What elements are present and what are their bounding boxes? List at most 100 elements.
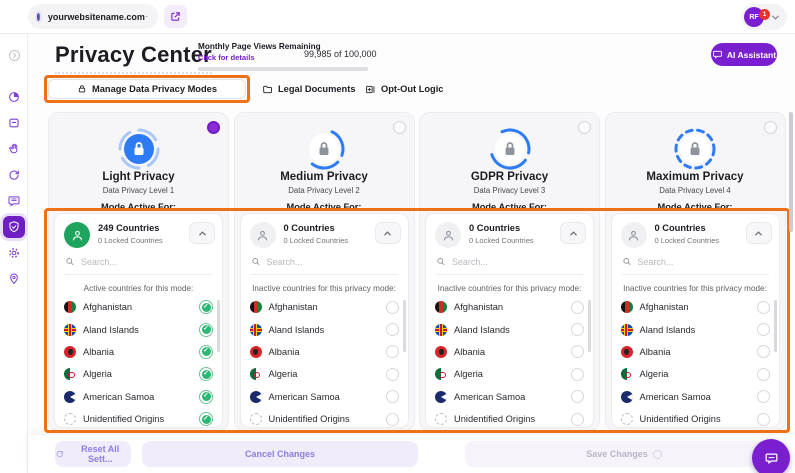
country-row[interactable]: Afghanistan <box>612 296 779 318</box>
country-unchecked-toggle[interactable] <box>571 323 584 336</box>
country-row[interactable]: Albania <box>426 341 593 363</box>
country-row[interactable]: American Samoa <box>612 386 779 408</box>
country-unchecked-toggle[interactable] <box>386 368 399 381</box>
country-unchecked-toggle[interactable] <box>571 345 584 358</box>
reset-all-settings-button[interactable]: Reset All Sett... <box>55 441 131 467</box>
country-row[interactable]: Algeria <box>426 363 593 385</box>
country-name: Algeria <box>640 369 757 379</box>
country-row[interactable]: Unidentified Origins <box>612 408 779 427</box>
collapse-panel-button[interactable] <box>746 222 772 244</box>
country-unchecked-toggle[interactable] <box>386 345 399 358</box>
country-unchecked-toggle[interactable] <box>571 390 584 403</box>
country-unchecked-toggle[interactable] <box>386 413 399 426</box>
chevron-up-icon <box>383 229 392 238</box>
mode-level-icon <box>302 127 346 171</box>
country-name: Albania <box>83 347 199 357</box>
country-row[interactable]: Afghanistan <box>426 296 593 318</box>
country-search-input[interactable] <box>81 257 212 267</box>
country-checked-toggle[interactable] <box>199 323 213 337</box>
country-unchecked-toggle[interactable] <box>386 390 399 403</box>
country-name: Albania <box>640 347 757 357</box>
sync-icon[interactable] <box>3 164 25 186</box>
chat-icon[interactable] <box>3 190 25 212</box>
country-row[interactable]: Afghanistan <box>55 296 222 318</box>
search-icon <box>65 256 75 267</box>
countries-globe-icon <box>621 222 647 248</box>
country-row[interactable]: Aland Islands <box>612 318 779 340</box>
mode-select-radio[interactable] <box>764 121 777 134</box>
collapse-panel-button[interactable] <box>189 222 215 244</box>
country-unchecked-toggle[interactable] <box>386 301 399 314</box>
account-menu[interactable]: RF 1 <box>741 4 787 30</box>
list-scrollbar[interactable] <box>217 300 220 352</box>
country-checked-toggle[interactable] <box>199 300 213 314</box>
country-list-label: Inactive countries for this privacy mode… <box>612 284 779 293</box>
country-checked-toggle[interactable] <box>199 345 213 359</box>
collapse-panel-button[interactable] <box>560 222 586 244</box>
country-row[interactable]: Algeria <box>55 363 222 385</box>
mode-subtitle: Data Privacy Level 1 <box>49 186 228 195</box>
country-row[interactable]: Albania <box>55 341 222 363</box>
country-checked-toggle[interactable] <box>199 367 213 381</box>
country-search-input[interactable] <box>637 257 768 267</box>
country-checked-toggle[interactable] <box>199 390 213 404</box>
country-row[interactable]: Albania <box>612 341 779 363</box>
country-name: Algeria <box>269 369 386 379</box>
country-search-input[interactable] <box>266 257 397 267</box>
countries-count: 249 Countries <box>98 223 159 233</box>
open-site-button[interactable] <box>164 5 187 28</box>
country-unchecked-toggle[interactable] <box>571 413 584 426</box>
tab-manage-data-privacy-modes[interactable]: Manage Data Privacy Modes <box>48 79 246 99</box>
support-chat-fab[interactable] <box>752 439 790 473</box>
site-selector[interactable]: yourwebsitename.com <box>28 4 158 29</box>
country-row[interactable]: Aland Islands <box>55 318 222 340</box>
dz-flag-icon <box>435 368 447 380</box>
list-scrollbar[interactable] <box>774 300 777 352</box>
cancel-changes-button[interactable]: Cancel Changes <box>142 441 418 467</box>
country-row[interactable]: American Samoa <box>426 386 593 408</box>
country-row[interactable]: Unidentified Origins <box>55 408 222 427</box>
country-row[interactable]: American Samoa <box>241 386 408 408</box>
mode-select-radio[interactable] <box>578 121 591 134</box>
collapse-panel-button[interactable] <box>375 222 401 244</box>
country-row[interactable]: Aland Islands <box>241 318 408 340</box>
tab-opt-out-logic[interactable]: Opt-Out Logic <box>365 79 443 99</box>
privacy-shield-icon[interactable] <box>3 216 25 238</box>
country-row[interactable]: Algeria <box>612 363 779 385</box>
country-unchecked-toggle[interactable] <box>757 368 770 381</box>
analytics-icon[interactable] <box>3 86 25 108</box>
country-name: Aland Islands <box>269 325 386 335</box>
save-changes-button[interactable]: Save Changes <box>465 441 783 467</box>
country-row[interactable]: American Samoa <box>55 386 222 408</box>
country-row[interactable]: Unidentified Origins <box>241 408 408 427</box>
country-unchecked-toggle[interactable] <box>757 323 770 336</box>
country-unchecked-toggle[interactable] <box>757 413 770 426</box>
page-scrollbar[interactable] <box>789 112 793 232</box>
archive-icon[interactable] <box>3 112 25 134</box>
ai-assistant-button[interactable]: AI Assistant <box>711 43 777 66</box>
geolocation-icon[interactable] <box>3 268 25 290</box>
collapse-sidebar-icon[interactable] <box>3 44 25 66</box>
country-checked-toggle[interactable] <box>199 412 213 426</box>
list-scrollbar[interactable] <box>588 300 591 352</box>
country-unchecked-toggle[interactable] <box>386 323 399 336</box>
list-scrollbar[interactable] <box>403 300 406 352</box>
country-row[interactable]: Aland Islands <box>426 318 593 340</box>
tab-legal-documents[interactable]: Legal Documents <box>262 79 356 99</box>
country-unchecked-toggle[interactable] <box>757 390 770 403</box>
country-row[interactable]: Algeria <box>241 363 408 385</box>
country-row[interactable]: Unidentified Origins <box>426 408 593 427</box>
mode-select-radio[interactable] <box>393 121 406 134</box>
consent-hand-icon[interactable] <box>3 138 25 160</box>
country-unchecked-toggle[interactable] <box>757 345 770 358</box>
settings-gear-icon[interactable] <box>3 242 25 264</box>
country-unchecked-toggle[interactable] <box>571 368 584 381</box>
country-search-input[interactable] <box>452 257 583 267</box>
country-row[interactable]: Afghanistan <box>241 296 408 318</box>
mode-subtitle: Data Privacy Level 4 <box>606 186 785 195</box>
country-unchecked-toggle[interactable] <box>757 301 770 314</box>
country-unchecked-toggle[interactable] <box>571 301 584 314</box>
chevron-down-icon <box>145 12 148 21</box>
mode-select-radio[interactable] <box>207 121 220 134</box>
country-row[interactable]: Albania <box>241 341 408 363</box>
